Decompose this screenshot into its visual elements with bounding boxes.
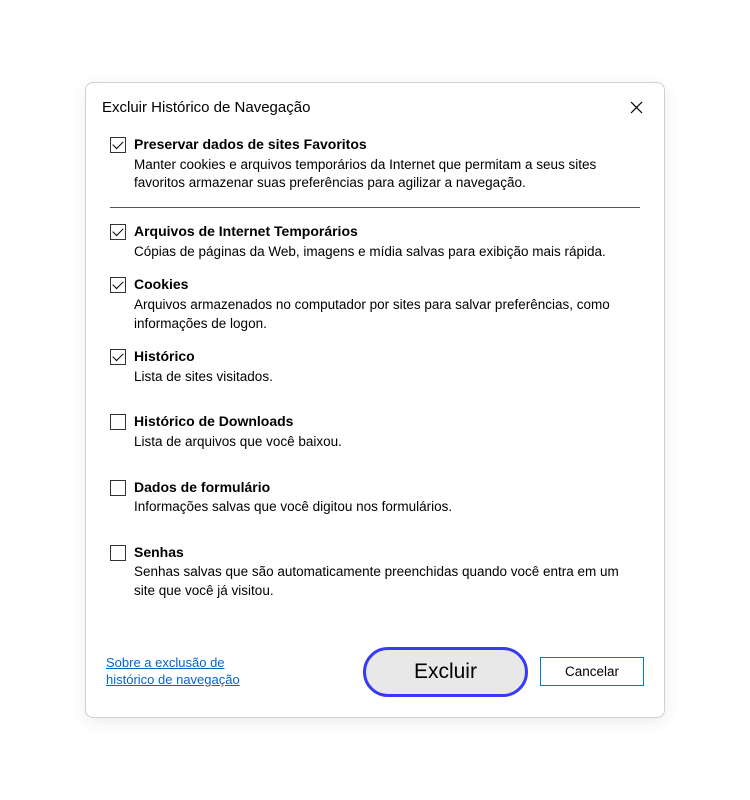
option-desc: Lista de arquivos que você baixou. (134, 433, 640, 452)
option-cookies: Cookies Arquivos armazenados no computad… (110, 275, 640, 333)
dialog-title: Excluir Histórico de Navegação (102, 99, 310, 116)
option-desc: Manter cookies e arquivos temporários da… (134, 156, 640, 194)
help-link[interactable]: Sobre a exclusão de histórico de navegaç… (106, 655, 246, 689)
option-label: Preservar dados de sites Favoritos (134, 135, 640, 153)
option-label: Arquivos de Internet Temporários (134, 222, 640, 240)
option-temp-files: Arquivos de Internet Temporários Cópias … (110, 222, 640, 261)
checkbox-favorites[interactable] (110, 137, 126, 153)
option-text: Dados de formulário Informações salvas q… (134, 478, 640, 517)
option-label: Histórico de Downloads (134, 412, 640, 430)
option-desc: Informações salvas que você digitou nos … (134, 498, 640, 517)
option-label: Cookies (134, 275, 640, 293)
dialog-footer: Sobre a exclusão de histórico de navegaç… (86, 631, 664, 717)
option-desc: Senhas salvas que são automaticamente pr… (134, 563, 640, 601)
option-passwords: Senhas Senhas salvas que são automaticam… (110, 543, 640, 601)
checkbox-form-data[interactable] (110, 480, 126, 496)
checkbox-downloads[interactable] (110, 414, 126, 430)
cancel-button[interactable]: Cancelar (540, 657, 644, 686)
option-text: Senhas Senhas salvas que são automaticam… (134, 543, 640, 601)
checkbox-cookies[interactable] (110, 277, 126, 293)
option-text: Preservar dados de sites Favoritos Mante… (134, 135, 640, 193)
option-downloads: Histórico de Downloads Lista de arquivos… (110, 412, 640, 451)
option-text: Histórico de Downloads Lista de arquivos… (134, 412, 640, 451)
checkbox-passwords[interactable] (110, 545, 126, 561)
option-history: Histórico Lista de sites visitados. (110, 347, 640, 386)
option-favorites: Preservar dados de sites Favoritos Mante… (110, 135, 640, 193)
option-text: Arquivos de Internet Temporários Cópias … (134, 222, 640, 261)
delete-history-dialog: Excluir Histórico de Navegação Preservar… (85, 82, 665, 717)
option-desc: Cópias de páginas da Web, imagens e mídi… (134, 243, 640, 262)
option-label: Histórico (134, 347, 640, 365)
option-label: Dados de formulário (134, 478, 640, 496)
checkbox-temp-files[interactable] (110, 224, 126, 240)
option-text: Histórico Lista de sites visitados. (134, 347, 640, 386)
titlebar: Excluir Histórico de Navegação (86, 83, 664, 127)
option-desc: Lista de sites visitados. (134, 368, 640, 387)
close-icon[interactable] (624, 95, 648, 119)
option-label: Senhas (134, 543, 640, 561)
option-form-data: Dados de formulário Informações salvas q… (110, 478, 640, 517)
delete-button[interactable]: Excluir (363, 647, 528, 697)
checkbox-history[interactable] (110, 349, 126, 365)
option-text: Cookies Arquivos armazenados no computad… (134, 275, 640, 333)
divider (110, 207, 640, 208)
dialog-content: Preservar dados de sites Favoritos Mante… (86, 127, 664, 630)
option-desc: Arquivos armazenados no computador por s… (134, 296, 640, 334)
